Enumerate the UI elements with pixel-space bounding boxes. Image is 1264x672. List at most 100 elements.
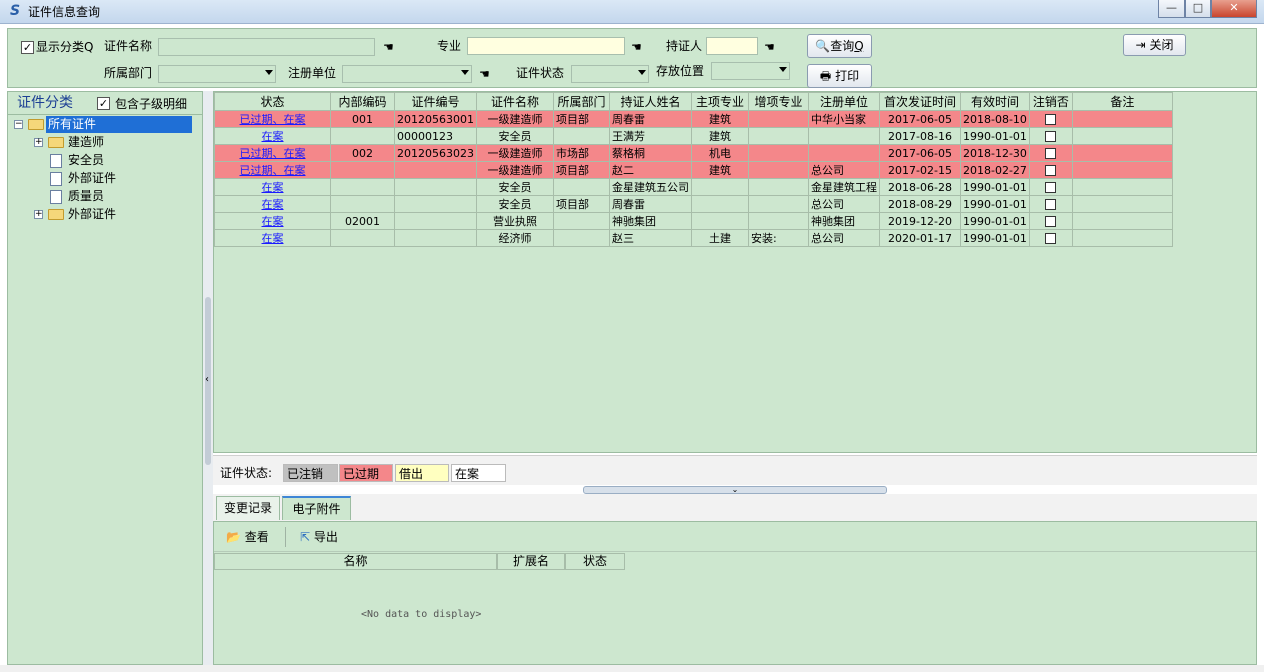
include-sub-label: 包含子级明细 xyxy=(115,97,188,111)
cert-status-select[interactable] xyxy=(571,65,649,83)
table-cell: 总公司 xyxy=(807,195,880,213)
table-cell: 项目部 xyxy=(552,110,610,128)
show-category-checkbox[interactable]: ✓ xyxy=(21,41,34,54)
table-row[interactable]: 已过期、在案 一级建造师 项目部 赵二 建筑 总公司 2017-02-15 2018-02-2… xyxy=(214,161,1173,179)
tab-change-log[interactable]: 变更记录 xyxy=(216,496,280,520)
status-link[interactable]: 在案 xyxy=(214,178,331,196)
cancelled-checkbox[interactable] xyxy=(1045,131,1057,142)
column-header[interactable]: 备注 xyxy=(1071,92,1173,111)
cancelled-checkbox-cell[interactable] xyxy=(1028,212,1073,230)
table-cell xyxy=(394,212,477,230)
legend-expired: 已过期 xyxy=(339,464,393,482)
window-close-button[interactable]: ✕ xyxy=(1211,0,1257,18)
cancelled-checkbox[interactable] xyxy=(1045,182,1057,193)
status-link[interactable]: 已过期、在案 xyxy=(214,110,331,128)
table-row[interactable]: 在案 安全员 金星建筑五公司 金星建筑工程 2018-06-28 1990-01-01 xyxy=(214,178,1173,196)
pick-major-icon[interactable]: ☚ xyxy=(631,41,649,53)
major-input[interactable] xyxy=(467,37,625,55)
table-cell: 1990-01-01 xyxy=(959,212,1030,230)
status-link[interactable]: 在案 xyxy=(214,127,331,145)
pick-cert-name-icon[interactable]: ☚ xyxy=(383,41,401,53)
column-header[interactable]: 证件编号 xyxy=(394,92,477,111)
column-header[interactable]: 首次发证时间 xyxy=(878,92,961,111)
storage-select[interactable] xyxy=(711,62,790,80)
dept-select[interactable] xyxy=(158,65,276,83)
status-link[interactable]: 在案 xyxy=(214,195,331,213)
column-header[interactable]: 增项专业 xyxy=(747,92,809,111)
close-button[interactable]: ⇥ 关闭 xyxy=(1123,34,1186,56)
maximize-button[interactable]: □ xyxy=(1185,0,1211,18)
cancelled-checkbox-cell[interactable] xyxy=(1028,110,1073,128)
table-row[interactable]: 已过期、在案 001 20120563001 一级建造师 项目部 周春雷 建筑 中华小当家 20… xyxy=(214,110,1173,128)
expand-icon[interactable]: + xyxy=(34,210,43,219)
holder-input[interactable] xyxy=(706,37,758,55)
collapse-icon[interactable]: − xyxy=(14,120,23,129)
cancelled-checkbox[interactable] xyxy=(1045,148,1057,159)
cancelled-checkbox-cell[interactable] xyxy=(1028,127,1073,145)
column-header[interactable]: 所属部门 xyxy=(552,92,610,111)
printer-icon: 🖶 xyxy=(819,69,832,83)
cancelled-checkbox[interactable] xyxy=(1045,114,1057,125)
status-link[interactable]: 已过期、在案 xyxy=(214,144,331,162)
column-header[interactable]: 证件名称 xyxy=(475,92,554,111)
detail-panel: 变更记录 电子附件 📂 查看 ⇱ 导出 名称 扩展名 状态 <No data t… xyxy=(213,494,1257,665)
minimize-button[interactable]: — xyxy=(1158,0,1185,18)
cancelled-checkbox-cell[interactable] xyxy=(1028,195,1073,213)
table-cell: 2017-06-05 xyxy=(878,110,961,128)
status-link[interactable]: 在案 xyxy=(214,229,331,247)
cert-name-input[interactable] xyxy=(158,38,375,56)
table-cell: 2017-08-16 xyxy=(878,127,961,145)
cancelled-checkbox[interactable] xyxy=(1045,216,1057,227)
status-link[interactable]: 在案 xyxy=(214,212,331,230)
table-cell xyxy=(330,178,395,196)
pick-holder-icon[interactable]: ☚ xyxy=(764,41,782,53)
include-sub-checkbox[interactable]: ✓ xyxy=(97,97,110,110)
table-row[interactable]: 在案 00000123 安全员 王满芳 建筑 2017-08-16 1990-01-01 xyxy=(214,127,1173,145)
table-cell: 王满芳 xyxy=(608,127,692,145)
show-category-label: 显示分类Q xyxy=(36,40,94,54)
table-row[interactable]: 在案 安全员 项目部 周春雷 总公司 2018-08-29 1990-01-01 xyxy=(214,195,1173,213)
tree-item[interactable]: 所有证件 xyxy=(46,116,192,133)
attachments-content: 📂 查看 ⇱ 导出 名称 扩展名 状态 <No data to display> xyxy=(213,521,1257,665)
reg-unit-select[interactable] xyxy=(342,65,472,83)
table-cell xyxy=(1071,212,1173,230)
table-cell: 机电 xyxy=(690,144,749,162)
cancelled-checkbox[interactable] xyxy=(1045,199,1057,210)
tree-item[interactable]: 建造师 xyxy=(68,134,104,151)
tree-item[interactable]: 质量员 xyxy=(68,188,104,205)
table-cell: 市场部 xyxy=(552,144,610,162)
column-header[interactable]: 注销否 xyxy=(1028,92,1073,111)
column-header[interactable]: 主项专业 xyxy=(690,92,749,111)
cancelled-checkbox[interactable] xyxy=(1045,165,1057,176)
cancelled-checkbox-cell[interactable] xyxy=(1028,144,1073,162)
column-header[interactable]: 有效时间 xyxy=(959,92,1030,111)
view-button[interactable]: 📂 查看 xyxy=(226,528,269,546)
category-tree: − 所有证件 + 建造师 安全员 外部证件 质量员 + 外部证件 xyxy=(8,116,202,664)
tree-item[interactable]: 外部证件 xyxy=(68,206,116,223)
horizontal-splitter[interactable]: ⌄ xyxy=(583,486,887,494)
cancelled-checkbox-cell[interactable] xyxy=(1028,161,1073,179)
column-header[interactable]: 内部编码 xyxy=(330,92,395,111)
print-button[interactable]: 🖶 打印 xyxy=(807,64,872,88)
table-row[interactable]: 已过期、在案 002 20120563023 一级建造师 市场部 蔡格桐 机电 2017-06… xyxy=(214,144,1173,162)
cancelled-checkbox-cell[interactable] xyxy=(1028,229,1073,247)
tree-item[interactable]: 安全员 xyxy=(68,152,104,169)
column-header[interactable]: 状态 xyxy=(214,92,331,111)
tree-item[interactable]: 外部证件 xyxy=(68,170,116,187)
column-header[interactable]: 持证人姓名 xyxy=(608,92,692,111)
cancelled-checkbox-cell[interactable] xyxy=(1028,178,1073,196)
tab-attachments[interactable]: 电子附件 xyxy=(282,496,351,520)
expand-icon[interactable]: + xyxy=(34,138,43,147)
query-button[interactable]: 🔍查询Q xyxy=(807,34,872,58)
status-link[interactable]: 已过期、在案 xyxy=(214,161,331,179)
column-header[interactable]: 注册单位 xyxy=(807,92,880,111)
table-cell: 1990-01-01 xyxy=(959,127,1030,145)
table-row[interactable]: 在案 02001 营业执照 神驰集团 神驰集团 2019-12-20 1990-01-01 xyxy=(214,212,1173,230)
pick-reg-unit-icon[interactable]: ☚ xyxy=(479,68,497,80)
table-row[interactable]: 在案 经济师 赵三 土建 安装: 总公司 2020-01-17 1990-01-01 xyxy=(214,229,1173,247)
cancelled-checkbox[interactable] xyxy=(1045,233,1057,244)
table-cell xyxy=(330,127,395,145)
collapse-left-icon[interactable]: ‹ xyxy=(205,374,209,386)
export-button[interactable]: ⇱ 导出 xyxy=(300,528,338,546)
table-cell: 金星建筑工程 xyxy=(807,178,880,196)
